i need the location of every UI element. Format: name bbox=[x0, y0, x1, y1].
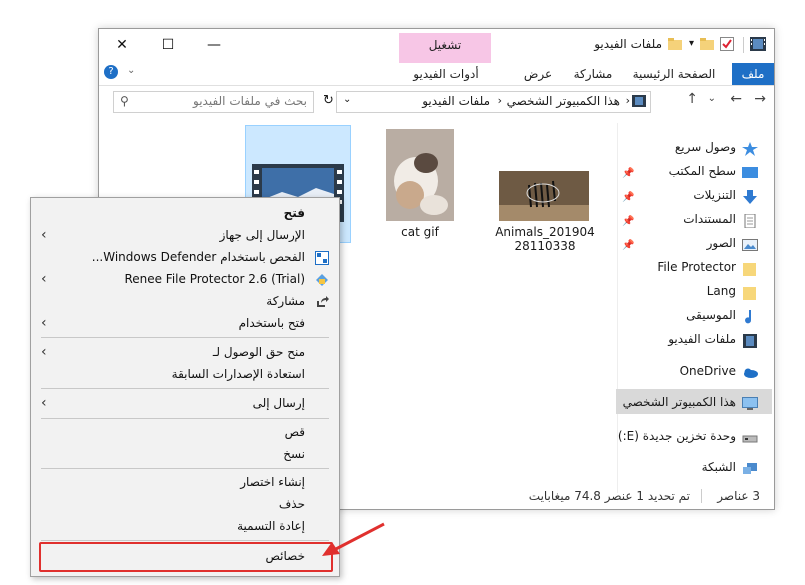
folder-icon[interactable] bbox=[700, 38, 714, 50]
tab-home[interactable]: الصفحة الرئيسية bbox=[628, 63, 720, 85]
menu-item-copy[interactable]: نسخ bbox=[31, 443, 339, 465]
menu-item-cut[interactable]: قص bbox=[31, 421, 339, 443]
back-arrow-icon[interactable]: → bbox=[754, 91, 766, 107]
animals-video-thumbnail[interactable] bbox=[499, 171, 589, 221]
menu-item-rename[interactable]: إعادة التسمية bbox=[31, 515, 339, 537]
recent-locations-icon[interactable]: ⌄ bbox=[708, 93, 716, 104]
renee-app-icon bbox=[315, 272, 329, 286]
folder-small-icon bbox=[668, 38, 682, 50]
maximize-button[interactable]: ☐ bbox=[145, 29, 191, 61]
menu-item-defender-scan[interactable]: الفحص باستخدام Windows Defender... bbox=[31, 246, 339, 268]
nav-documents[interactable]: المستندات 📌 bbox=[618, 208, 758, 230]
nav-this-pc[interactable]: هذا الكمبيوتر الشخصي bbox=[623, 391, 758, 413]
minimize-button[interactable]: — bbox=[191, 29, 237, 61]
tab-video-tools[interactable]: أدوات الفيديو bbox=[400, 63, 492, 85]
up-arrow-icon[interactable]: ↑ bbox=[686, 91, 698, 107]
star-icon bbox=[742, 141, 758, 156]
file-name-cat-gif[interactable]: cat gif bbox=[381, 225, 459, 239]
nav-videos[interactable]: ملفات الفيديو bbox=[668, 328, 758, 350]
address-dropdown-icon[interactable]: ⌄ bbox=[343, 94, 351, 105]
nav-drive-e[interactable]: وحدة تخزين جديدة (E:) bbox=[618, 425, 758, 447]
path-sep: › bbox=[497, 94, 502, 107]
quick-access-dropdown-icon[interactable]: ▾ bbox=[689, 38, 694, 49]
chevron-left-icon: ‹ bbox=[41, 227, 47, 243]
nav-onedrive[interactable]: OneDrive bbox=[680, 360, 758, 382]
context-menu: فتح ‹ الإرسال إلى جهاز الفحص باستخدام Win… bbox=[30, 197, 340, 577]
nav-quick-access[interactable]: وصول سريع bbox=[675, 136, 758, 158]
nav-file-protector[interactable]: File Protector bbox=[657, 256, 758, 278]
properties-check-icon[interactable] bbox=[720, 37, 734, 51]
picture-icon bbox=[742, 237, 758, 251]
menu-item-open[interactable]: فتح bbox=[31, 202, 339, 224]
video-folder-icon bbox=[742, 333, 758, 348]
annotation-arrow-icon bbox=[318, 520, 388, 560]
search-placeholder: بحث في ملفات الفيديو bbox=[193, 94, 307, 108]
search-icon: ⚲ bbox=[120, 94, 129, 108]
cat-gif-thumbnail[interactable] bbox=[386, 129, 454, 221]
cloud-icon bbox=[742, 365, 758, 379]
breadcrumb-videos[interactable]: ملفات الفيديو bbox=[422, 94, 490, 108]
menu-item-share[interactable]: مشاركة bbox=[31, 290, 339, 312]
chevron-left-icon: ‹ bbox=[41, 395, 47, 411]
folder-icon bbox=[742, 261, 758, 276]
pin-icon: 📌 bbox=[622, 168, 635, 179]
pin-icon: 📌 bbox=[622, 216, 635, 227]
video-folder-icon bbox=[750, 37, 766, 51]
menu-item-give-access[interactable]: ‹ منح حق الوصول لـ bbox=[31, 341, 339, 363]
menu-item-renee[interactable]: ‹ Renee File Protector 2.6 (Trial) bbox=[31, 268, 339, 290]
path-sep: › bbox=[625, 94, 630, 107]
menu-item-restore-versions[interactable]: استعادة الإصدارات السابقة bbox=[31, 363, 339, 385]
menu-item-send-to[interactable]: ‹ إرسال إلى bbox=[31, 392, 339, 414]
share-icon bbox=[315, 294, 329, 308]
breadcrumb-this-pc[interactable]: هذا الكمبيوتر الشخصي bbox=[507, 94, 620, 108]
network-icon bbox=[742, 461, 758, 475]
pin-icon: 📌 bbox=[622, 192, 635, 203]
desktop-icon bbox=[742, 165, 758, 179]
video-folder-icon bbox=[632, 95, 646, 107]
close-button[interactable]: ✕ bbox=[99, 29, 145, 61]
folder-icon bbox=[742, 285, 758, 300]
properties-highlight-box bbox=[39, 542, 333, 572]
chevron-left-icon: ‹ bbox=[41, 344, 47, 360]
nav-pictures[interactable]: الصور 📌 bbox=[618, 232, 758, 254]
defender-shield-icon bbox=[315, 250, 329, 265]
pin-icon: 📌 bbox=[622, 240, 635, 251]
help-icon[interactable]: ? bbox=[104, 65, 118, 79]
forward-arrow-icon[interactable]: ← bbox=[730, 91, 742, 107]
computer-icon bbox=[742, 396, 758, 410]
search-input[interactable]: بحث في ملفات الفيديو ⚲ bbox=[113, 91, 314, 113]
ribbon-expand-chevron-icon[interactable]: ⌄ bbox=[127, 65, 135, 76]
nav-downloads[interactable]: التنزيلات 📌 bbox=[618, 184, 758, 206]
tab-play[interactable]: تشغيل bbox=[399, 33, 491, 63]
download-arrow-icon bbox=[742, 189, 758, 204]
address-bar[interactable]: › هذا الكمبيوتر الشخصي › ملفات الفيديو ⌄ bbox=[336, 91, 651, 113]
status-item-count: 3 عناصر bbox=[717, 489, 760, 503]
file-name-animals[interactable]: Animals_20190428110338 bbox=[493, 225, 597, 253]
nav-lang[interactable]: Lang bbox=[707, 280, 758, 302]
tab-share[interactable]: مشاركة bbox=[568, 63, 618, 85]
menu-item-create-shortcut[interactable]: إنشاء اختصار bbox=[31, 471, 339, 493]
nav-desktop[interactable]: سطح المكتب 📌 bbox=[618, 160, 758, 182]
menu-item-open-with[interactable]: ‹ فتح باستخدام bbox=[31, 312, 339, 334]
nav-music[interactable]: الموسيقى bbox=[686, 304, 758, 326]
drive-icon bbox=[742, 430, 758, 444]
tab-view[interactable]: عرض bbox=[520, 63, 556, 85]
menu-item-send-to-device[interactable]: ‹ الإرسال إلى جهاز bbox=[31, 224, 339, 246]
nav-network[interactable]: الشبكة bbox=[702, 456, 758, 478]
chevron-left-icon: ‹ bbox=[41, 315, 47, 331]
tab-file[interactable]: ملف bbox=[732, 63, 774, 85]
refresh-icon[interactable]: ↻ bbox=[323, 93, 334, 108]
chevron-left-icon: ‹ bbox=[41, 271, 47, 287]
document-icon bbox=[742, 213, 758, 228]
menu-item-delete[interactable]: حذف bbox=[31, 493, 339, 515]
music-note-icon bbox=[742, 309, 758, 323]
status-selection: تم تحديد 1 عنصر 74.8 ميغابايت bbox=[528, 489, 690, 503]
window-title: ملفات الفيديو bbox=[594, 37, 662, 51]
